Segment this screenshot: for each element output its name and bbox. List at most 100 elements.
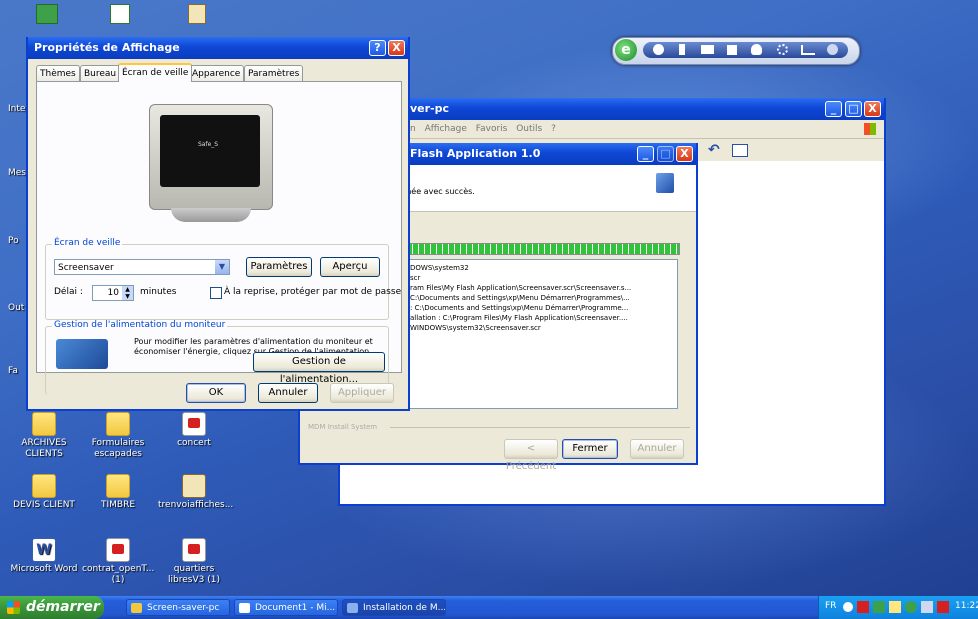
desktop-icon-timbre[interactable]: TIMBRE xyxy=(82,474,154,511)
password-checkbox-label[interactable]: À la reprise, protéger par mot de passe xyxy=(224,287,401,297)
power-group-label: Gestion de l'alimentation du moniteur xyxy=(52,320,228,330)
delay-label: Délai : xyxy=(54,287,83,297)
arrow-icon[interactable] xyxy=(827,44,838,55)
graph-icon[interactable] xyxy=(801,45,815,55)
desktop-icon-contrat[interactable]: contrat_openT... (1) xyxy=(82,538,154,586)
taskbar-item-word[interactable]: Document1 - Mi... xyxy=(234,599,338,616)
explorer-title: ver-pc xyxy=(410,102,450,115)
desktop-icon-label: DEVIS CLIENT xyxy=(13,500,75,510)
desktop-label[interactable]: Po xyxy=(8,236,19,246)
menu-item-help[interactable]: ? xyxy=(551,124,556,134)
log-line: DOWS\system32 xyxy=(410,264,469,272)
tab-settings[interactable]: Paramètres xyxy=(244,65,304,81)
toolbar-icons-strip xyxy=(643,42,848,58)
desktop-icon-devis-client[interactable]: DEVIS CLIENT xyxy=(8,474,80,511)
desktop-icon-archives-clients[interactable]: ARCHIVES CLIENTS xyxy=(8,412,80,460)
desktop-icon-microsoft-word[interactable]: W Microsoft Word xyxy=(8,538,80,575)
taskbar-item-explorer[interactable]: Screen-saver-pc xyxy=(126,599,230,616)
monitor-stand xyxy=(171,208,251,222)
desktop-label[interactable]: Fa xyxy=(8,366,18,376)
maximize-button[interactable]: □ xyxy=(845,101,862,117)
desktop-icon-top-2[interactable] xyxy=(110,4,130,24)
desktop-icon-label: trenvoiaffiches... xyxy=(158,500,234,510)
help-icon[interactable] xyxy=(653,44,664,55)
menu-item[interactable]: n xyxy=(410,124,416,134)
power-management-button[interactable]: Gestion de l'alimentation... xyxy=(253,352,385,385)
screensaver-group-label: Écran de veille xyxy=(52,238,123,248)
password-checkbox[interactable] xyxy=(210,287,222,299)
log-line: allation : C:\Program Files\My Flash App… xyxy=(410,314,628,322)
language-indicator[interactable]: FR xyxy=(825,601,836,611)
desktop-icon-concert[interactable]: concert xyxy=(158,412,230,449)
taskbar-item-label: Screen-saver-pc xyxy=(147,603,220,613)
clock[interactable]: 11:22 xyxy=(955,601,978,611)
chevron-down-icon[interactable]: ▼ xyxy=(215,260,229,274)
desktop-icon-trenvoiaffiches[interactable]: trenvoiaffiches... xyxy=(158,474,234,511)
folder-icon xyxy=(106,412,130,436)
shield-icon[interactable] xyxy=(751,44,762,55)
battery-icon[interactable] xyxy=(679,44,685,55)
menu-item-affichage[interactable]: Affichage xyxy=(425,124,467,134)
dialog-titlebar[interactable]: Propriétés de Affichage ? X xyxy=(28,37,408,59)
tab-appearance[interactable]: Apparence xyxy=(188,65,245,81)
explorer-menubar: n Affichage Favoris Outils ? xyxy=(340,120,884,139)
close-button[interactable]: X xyxy=(388,40,405,56)
delay-stepper[interactable]: 10 ▲ ▼ xyxy=(92,285,134,301)
desktop-label[interactable]: Out xyxy=(8,303,24,313)
gear-icon[interactable] xyxy=(777,44,788,55)
tray-icon-update[interactable] xyxy=(905,601,917,613)
taskbar: démarrer Screen-saver-pc Document1 - Mi.… xyxy=(0,596,978,619)
install-log: DOWS\system32 scr ram Files\My Flash App… xyxy=(406,259,678,409)
windows-logo-icon xyxy=(7,601,20,614)
tray-icon-network[interactable] xyxy=(873,601,885,613)
tray-icon-display[interactable] xyxy=(921,601,933,613)
minimize-button[interactable]: _ xyxy=(825,101,842,117)
tray-icon-antivirus[interactable] xyxy=(857,601,869,613)
views-icon[interactable] xyxy=(732,144,748,157)
apply-button[interactable]: Appliquer xyxy=(330,383,394,403)
minimize-button[interactable]: _ xyxy=(637,146,654,162)
log-line: ram Files\My Flash Application\Screensav… xyxy=(410,284,632,292)
word-document-icon: W xyxy=(32,538,56,562)
maximize-button[interactable]: □ xyxy=(657,146,674,162)
help-button[interactable]: ? xyxy=(369,40,386,56)
spinner-icon[interactable]: ▲ ▼ xyxy=(122,286,133,300)
menu-item-outils[interactable]: Outils xyxy=(516,124,542,134)
tray-icon-alert[interactable] xyxy=(937,601,949,613)
desktop-label[interactable]: Inte xyxy=(8,104,25,114)
desktop-label[interactable]: Mes xyxy=(8,168,26,178)
ok-button[interactable]: OK xyxy=(186,383,246,403)
cancel-installer-button[interactable]: Annuler xyxy=(630,439,684,459)
close-button[interactable]: X xyxy=(864,101,881,117)
undo-icon[interactable]: ↶ xyxy=(708,142,720,158)
explorer-titlebar[interactable]: ver-pc _ □ X xyxy=(340,98,884,120)
desktop-icon-formulaires[interactable]: Formulaires escapades xyxy=(82,412,154,460)
tray-icon-volume[interactable] xyxy=(889,601,901,613)
preview-text: Safe_S xyxy=(198,141,219,148)
taskbar-item-installer[interactable]: Installation de M... xyxy=(342,599,446,616)
close-installer-button[interactable]: Fermer xyxy=(562,439,618,459)
menu-item-favoris[interactable]: Favoris xyxy=(476,124,508,134)
cancel-button[interactable]: Annuler xyxy=(258,383,318,403)
log-line: WINDOWS\system32\Screensaver.scr xyxy=(410,324,541,332)
desktop-icon-top-1[interactable] xyxy=(36,4,58,24)
tab-panel: Safe_S Écran de veille Screensaver ▼ Par… xyxy=(36,81,402,395)
word-document-icon xyxy=(239,603,250,613)
settings-button[interactable]: Paramètres xyxy=(246,257,312,277)
preview-button[interactable]: Aperçu xyxy=(320,257,380,277)
close-button[interactable]: X xyxy=(676,146,693,162)
start-button[interactable]: démarrer xyxy=(0,596,104,619)
tray-icon-back[interactable] xyxy=(843,602,853,612)
browser-logo-icon[interactable]: e xyxy=(615,39,637,61)
printer-icon[interactable] xyxy=(701,45,714,54)
desktop-icon-top-3[interactable] xyxy=(188,4,206,24)
tab-bureau[interactable]: Bureau xyxy=(80,65,121,81)
desktop-icon-label: TIMBRE xyxy=(100,500,136,510)
desktop-icon-quartiers[interactable]: quartiers libresV3 (1) xyxy=(158,538,230,586)
tab-screensaver[interactable]: Écran de veille xyxy=(118,63,193,82)
back-button[interactable]: < Précédent xyxy=(504,439,558,472)
screensaver-select-value: Screensaver xyxy=(58,263,114,273)
tab-themes[interactable]: Thèmes xyxy=(36,65,80,81)
screensaver-select[interactable]: Screensaver ▼ xyxy=(54,259,230,275)
card-icon[interactable] xyxy=(727,45,737,55)
